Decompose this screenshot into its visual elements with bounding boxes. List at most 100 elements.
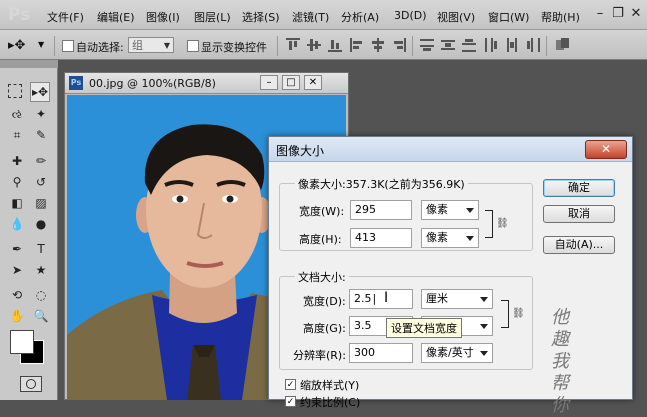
zoom-icon[interactable]: 🔍 — [32, 307, 50, 325]
menu-3d[interactable]: 3D(D) — [394, 9, 427, 22]
paint-bucket-icon[interactable]: ▨ — [32, 194, 50, 212]
chevron-down-icon: ▼ — [163, 41, 170, 50]
menu-help[interactable]: 帮助(H) — [541, 9, 580, 25]
doc-width-unit-value: 厘米 — [426, 292, 448, 305]
menu-window[interactable]: 窗口(W) — [488, 9, 529, 25]
photoshop-doc-icon: Ps — [69, 76, 83, 90]
app-minimize-button[interactable]: – — [590, 5, 610, 23]
dialog-titlebar[interactable]: 图像大小 ✕ — [269, 137, 632, 162]
auto-align-icon[interactable] — [556, 38, 570, 52]
doc-maximize-button[interactable]: □ — [282, 75, 300, 90]
cancel-button[interactable]: 取消 — [543, 205, 615, 223]
crop-icon[interactable]: ⌗ — [8, 126, 26, 144]
clone-stamp-icon[interactable]: ⚲ — [8, 173, 26, 191]
align-top-icon[interactable] — [286, 38, 300, 52]
menu-select[interactable]: 选择(S) — [242, 9, 280, 25]
foreground-color-swatch[interactable] — [10, 330, 34, 354]
chevron-down-icon — [480, 351, 488, 356]
hand-icon[interactable]: ✋ — [8, 307, 26, 325]
distribute-top-icon[interactable] — [420, 38, 434, 52]
eraser-icon[interactable]: ◧ — [8, 194, 26, 212]
menu-view[interactable]: 视图(V) — [437, 9, 475, 25]
marquee-icon[interactable] — [8, 84, 22, 98]
doc-width-label: 宽度(D): — [303, 295, 346, 308]
chevron-down-icon — [480, 297, 488, 302]
menu-image[interactable]: 图像(I) — [146, 9, 180, 25]
path-selection-icon[interactable]: ➤ — [8, 261, 26, 279]
doc-close-button[interactable]: ✕ — [304, 75, 322, 90]
pixel-height-input[interactable]: 413 — [350, 228, 412, 248]
doc-link-bracket — [501, 300, 509, 328]
align-left-icon[interactable] — [350, 38, 364, 52]
app-restore-button[interactable]: ❐ — [608, 5, 628, 23]
ok-button[interactable]: 确定 — [543, 179, 615, 197]
separator — [54, 36, 55, 56]
tools-panel-header — [0, 60, 58, 68]
document-titlebar[interactable]: Ps 00.jpg @ 100%(RGB/8) – □ ✕ — [65, 73, 348, 94]
pixel-width-input[interactable]: 295 — [350, 200, 412, 220]
show-transform-checkbox[interactable] — [187, 40, 199, 52]
chain-link-icon: ⛓ — [512, 308, 525, 319]
menu-filter[interactable]: 滤镜(T) — [292, 9, 329, 25]
eyedropper-icon[interactable]: ✎ — [32, 126, 50, 144]
pixel-dimensions-label: 像素大小:357.3K(之前为356.9K) — [295, 176, 468, 192]
align-hcenter-icon[interactable] — [371, 38, 385, 52]
pixel-height-unit-value: 像素 — [426, 231, 448, 244]
chain-link-icon: ⛓ — [496, 218, 509, 229]
tool-preset-arrow-icon[interactable]: ▼ — [38, 40, 44, 49]
menu-analysis[interactable]: 分析(A) — [341, 9, 379, 25]
auto-select-checkbox[interactable] — [62, 40, 74, 52]
pixel-height-unit-select[interactable]: 像素 — [421, 228, 479, 248]
distribute-right-icon[interactable] — [526, 38, 540, 52]
distribute-hcenter-icon[interactable] — [505, 38, 519, 52]
brush-icon[interactable]: ✏ — [32, 152, 50, 170]
3d-orbit-icon[interactable]: ◌ — [32, 286, 50, 304]
auto-button[interactable]: 自动(A)... — [543, 236, 615, 254]
pixel-link-bracket — [485, 210, 493, 238]
dialog-close-button[interactable]: ✕ — [585, 140, 627, 159]
doc-minimize-button[interactable]: – — [260, 75, 278, 90]
constrain-proportions-checkbox[interactable]: ✓ — [285, 396, 296, 407]
auto-select-value: 组 — [132, 39, 143, 52]
menu-edit[interactable]: 编辑(E) — [97, 9, 135, 25]
move-tool-icon[interactable]: ▸✥ — [8, 38, 25, 53]
pixel-width-label: 宽度(W): — [299, 205, 345, 218]
3d-rotate-icon[interactable]: ⟲ — [8, 286, 26, 304]
doc-width-unit-select[interactable]: 厘米 — [421, 289, 493, 309]
type-icon[interactable]: T — [32, 240, 50, 258]
move-tool-icon[interactable]: ▸✥ — [30, 82, 50, 102]
quick-mask-icon[interactable] — [20, 376, 42, 392]
doc-height-label: 高度(G): — [303, 322, 346, 335]
blur-icon[interactable]: 💧 — [8, 215, 26, 233]
resolution-unit-select[interactable]: 像素/英寸 — [421, 343, 493, 363]
doc-width-value: 2.5 — [354, 292, 372, 305]
menu-layer[interactable]: 图层(L) — [194, 9, 231, 25]
auto-select-dropdown[interactable]: 组 ▼ — [128, 37, 174, 53]
align-right-icon[interactable] — [392, 38, 406, 52]
doc-width-input[interactable]: 2.5| — [349, 289, 413, 309]
resolution-unit-value: 像素/英寸 — [426, 346, 474, 359]
pen-icon[interactable]: ✒ — [8, 240, 26, 258]
scale-styles-checkbox[interactable]: ✓ — [285, 379, 296, 390]
shape-icon[interactable]: ★ — [32, 261, 50, 279]
distribute-vcenter-icon[interactable] — [441, 38, 455, 52]
history-brush-icon[interactable]: ↺ — [32, 173, 50, 191]
chevron-down-icon — [466, 208, 474, 213]
dodge-icon[interactable]: ● — [32, 215, 50, 233]
ibeam-cursor-icon: I — [384, 290, 389, 306]
healing-brush-icon[interactable]: ✚ — [8, 152, 26, 170]
constrain-proportions-label: 约束比例(C) — [300, 396, 361, 409]
show-transform-label: 显示变换控件 — [201, 41, 267, 54]
separator — [277, 36, 278, 56]
align-vcenter-icon[interactable] — [307, 38, 321, 52]
menu-file[interactable]: 文件(F) — [47, 9, 84, 25]
lasso-icon[interactable]: ઌ — [8, 105, 26, 123]
resolution-input[interactable]: 300 — [349, 343, 413, 363]
app-close-button[interactable]: ✕ — [626, 5, 646, 23]
pixel-width-unit-select[interactable]: 像素 — [421, 200, 479, 220]
magic-wand-icon[interactable]: ✦ — [32, 105, 50, 123]
separator — [546, 36, 547, 56]
align-bottom-icon[interactable] — [328, 38, 342, 52]
distribute-bottom-icon[interactable] — [462, 38, 476, 52]
distribute-left-icon[interactable] — [484, 38, 498, 52]
